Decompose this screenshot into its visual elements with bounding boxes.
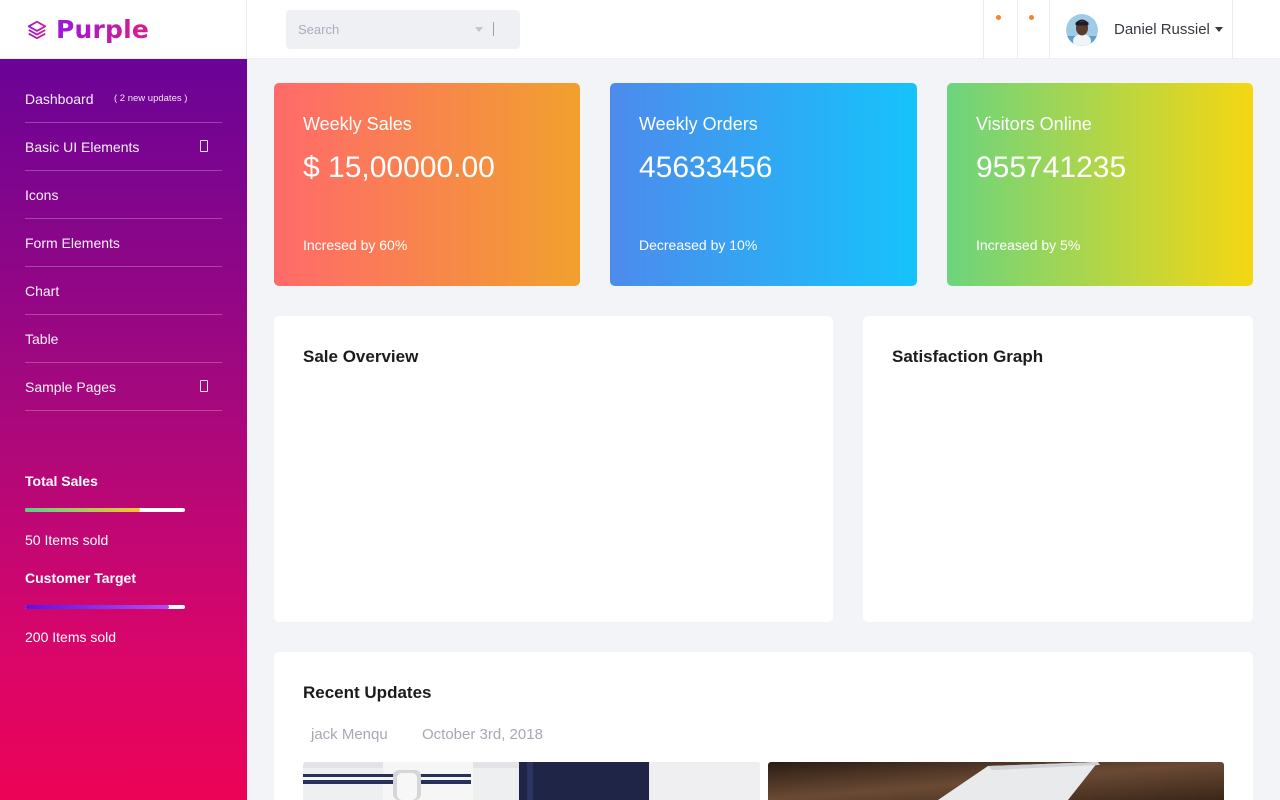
customer-target-progress bbox=[25, 605, 185, 609]
sidebar-item-form-elements[interactable]: Form Elements bbox=[25, 219, 222, 267]
customer-target-text: 200 Items sold bbox=[25, 629, 117, 645]
total-sales-progress-fill bbox=[25, 508, 140, 512]
sidebar-item-label: Basic UI Elements bbox=[25, 138, 140, 155]
sidebar-item-label: Sample Pages bbox=[25, 378, 117, 395]
search-dropdown-icon[interactable] bbox=[475, 27, 483, 32]
sidebar-item-sample-pages[interactable]: Sample Pages bbox=[25, 363, 222, 411]
brand-logo[interactable]: Purple bbox=[0, 0, 247, 59]
total-sales-progress bbox=[25, 508, 185, 512]
card-value: $ 15,00000.00 bbox=[303, 151, 495, 184]
sidebar-item-label: Table bbox=[25, 330, 59, 347]
card-value: 45633456 bbox=[639, 151, 773, 184]
search-input[interactable] bbox=[298, 22, 468, 37]
recent-updates-panel: Recent Updates jack Menqu October 3rd, 2… bbox=[274, 652, 1253, 800]
satisfaction-graph-panel: Satisfaction Graph bbox=[863, 316, 1253, 622]
message-dot-icon bbox=[1029, 15, 1034, 20]
updates-badge: ( 2 new updates ) bbox=[114, 93, 188, 104]
card-title: Weekly Sales bbox=[303, 114, 412, 134]
customer-target-progress-fill bbox=[25, 605, 169, 609]
search-divider bbox=[493, 22, 494, 36]
card-title: Weekly Orders bbox=[639, 114, 758, 134]
card-subtitle: Increased by 5% bbox=[976, 237, 1081, 253]
sidebar-item-basic-ui[interactable]: Basic UI Elements bbox=[25, 123, 222, 171]
avatar bbox=[1066, 13, 1098, 46]
search-box bbox=[286, 10, 520, 49]
sidebar-item-chart[interactable]: Chart bbox=[25, 267, 222, 315]
top-navbar: Purple Daniel Russiel bbox=[0, 0, 1280, 59]
total-sales-text: 50 Items sold bbox=[25, 532, 109, 548]
card-subtitle: Decreased by 10% bbox=[639, 237, 758, 253]
sidebar-item-label: Chart bbox=[25, 282, 60, 299]
sale-overview-panel: Sale Overview bbox=[274, 316, 833, 622]
messages-button[interactable] bbox=[1017, 0, 1049, 59]
update-date: October 3rd, 2018 bbox=[422, 726, 543, 743]
sidebar-item-label: Form Elements bbox=[25, 234, 120, 251]
update-author: jack Menqu bbox=[311, 726, 388, 743]
expand-icon bbox=[200, 140, 208, 152]
sidebar-stats: Total Sales 50 Items sold Customer Targe… bbox=[25, 473, 185, 645]
card-subtitle: Incresed by 60% bbox=[303, 237, 408, 253]
sidebar-item-icons[interactable]: Icons bbox=[25, 171, 222, 219]
card-title: Visitors Online bbox=[976, 114, 1092, 134]
layers-icon bbox=[27, 20, 47, 39]
panel-title: Satisfaction Graph bbox=[892, 347, 1044, 366]
notifications-button[interactable] bbox=[983, 0, 1017, 59]
sidebar-menu: Dashboard ( 2 new updates ) Basic UI Ele… bbox=[25, 75, 222, 411]
notification-dot-icon bbox=[996, 15, 1001, 20]
expand-icon bbox=[200, 380, 208, 392]
chevron-down-icon bbox=[1214, 27, 1223, 32]
visitors-online-card: Visitors Online 955741235 Increased by 5… bbox=[947, 83, 1253, 286]
sidebar-item-table[interactable]: Table bbox=[25, 315, 222, 363]
total-sales-title: Total Sales bbox=[25, 473, 98, 489]
brand-name: Purple bbox=[56, 15, 150, 44]
user-profile-dropdown[interactable]: Daniel Russiel bbox=[1049, 0, 1233, 59]
weekly-sales-card: Weekly Sales $ 15,00000.00 Incresed by 6… bbox=[274, 83, 580, 286]
update-image-laptop[interactable] bbox=[768, 762, 1224, 800]
card-value: 955741235 bbox=[976, 151, 1127, 184]
panel-title: Recent Updates bbox=[303, 683, 432, 702]
panel-title: Sale Overview bbox=[303, 347, 419, 366]
sidebar-item-label: Icons bbox=[25, 186, 59, 203]
customer-target-title: Customer Target bbox=[25, 570, 136, 586]
user-name: Daniel Russiel bbox=[1114, 21, 1210, 38]
sidebar: Dashboard ( 2 new updates ) Basic UI Ele… bbox=[0, 59, 247, 800]
weekly-orders-card: Weekly Orders 45633456 Decreased by 10% bbox=[610, 83, 917, 286]
sidebar-item-dashboard[interactable]: Dashboard ( 2 new updates ) bbox=[25, 75, 222, 123]
update-image-watch[interactable] bbox=[303, 762, 760, 800]
sidebar-item-label: Dashboard bbox=[25, 90, 94, 107]
